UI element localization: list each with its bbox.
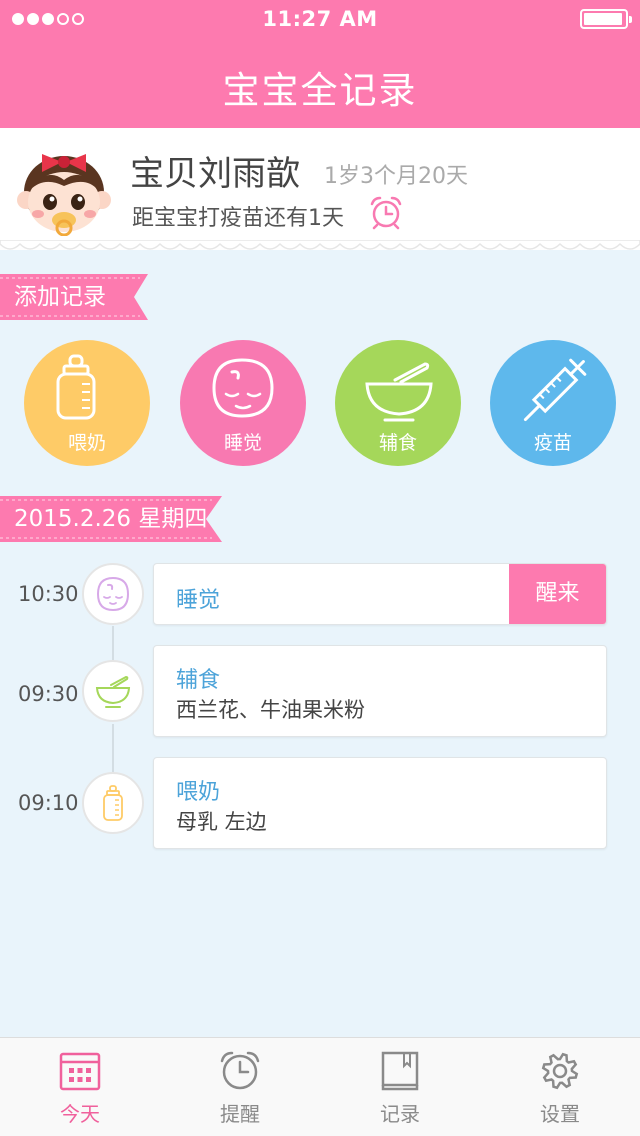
tab-today[interactable]: 今天 (0, 1038, 160, 1136)
calendar-icon (59, 1052, 101, 1091)
alarm-clock-icon (370, 196, 402, 230)
add-feeding-button[interactable]: 喂奶 (24, 340, 150, 466)
add-solid-food-label: 辅食 (378, 432, 417, 454)
tab-settings[interactable]: 设置 (480, 1038, 640, 1136)
record-book-icon (381, 1051, 419, 1091)
baby-girl-avatar-icon[interactable] (16, 146, 112, 236)
tab-records[interactable]: 记录 (320, 1038, 480, 1136)
tab-reminder[interactable]: 提醒 (160, 1038, 320, 1136)
add-record-ribbon: 添加记录 (0, 274, 148, 320)
timeline-card-solid-food[interactable]: 辅食 西兰花、牛油果米粉 (153, 645, 607, 737)
timeline-card-feeding[interactable]: 喂奶 母乳 左边 (153, 757, 607, 849)
app-header: 11:27 AM 宝宝全记录 (0, 0, 640, 128)
entry-icon-circle (82, 772, 144, 834)
timeline-card-sleep[interactable]: 睡觉 醒来 (153, 563, 607, 625)
add-record-title: 添加记录 (14, 284, 106, 310)
add-vaccine-button[interactable]: 疫苗 (490, 340, 616, 466)
baby-name: 宝贝刘雨歆 (130, 154, 300, 194)
tab-label: 提醒 (220, 1102, 260, 1126)
tab-bar: 今天 提醒 记录 设置 (0, 1037, 640, 1136)
baby-age: 1岁3个月20天 (324, 164, 468, 189)
entry-title: 喂奶 (176, 780, 221, 805)
add-vaccine-label: 疫苗 (533, 432, 572, 454)
tab-label: 今天 (60, 1102, 100, 1126)
food-bowl-icon (95, 675, 131, 708)
status-bar: 11:27 AM (0, 0, 640, 40)
entry-time: 09:10 (18, 791, 79, 815)
timeline-date: 2015.2.26 星期四 (14, 506, 208, 532)
status-time: 11:27 AM (262, 7, 378, 31)
timeline-connector (112, 626, 114, 662)
alarm-clock-icon (220, 1051, 260, 1090)
date-ribbon: 2015.2.26 星期四 (0, 496, 222, 542)
sleeping-baby-icon (96, 576, 130, 612)
gear-icon (541, 1052, 579, 1090)
vaccine-reminder-text: 距宝宝打疫苗还有1天 (132, 206, 344, 231)
baby-bottle-icon (103, 785, 123, 821)
page-title: 宝宝全记录 (222, 69, 418, 112)
wake-up-button[interactable]: 醒来 (509, 564, 606, 624)
timeline-connector (112, 724, 114, 774)
battery-icon (580, 9, 632, 29)
entry-title: 辅食 (176, 668, 221, 693)
add-feeding-label: 喂奶 (67, 432, 106, 454)
add-sleep-button[interactable]: 睡觉 (180, 340, 306, 466)
entry-icon-circle (82, 660, 144, 722)
add-solid-food-button[interactable]: 辅食 (335, 340, 461, 466)
entry-detail: 西兰花、牛油果米粉 (176, 698, 365, 722)
tab-label: 设置 (540, 1102, 580, 1126)
entry-time: 10:30 (18, 582, 79, 606)
add-sleep-label: 睡觉 (223, 432, 262, 454)
entry-time: 09:30 (18, 682, 79, 706)
battery-level (584, 13, 622, 25)
entry-title: 睡觉 (176, 588, 221, 613)
entry-detail: 母乳 左边 (176, 810, 267, 834)
profile-wave-divider (0, 240, 640, 250)
tab-label: 记录 (380, 1102, 420, 1126)
entry-icon-circle (82, 563, 144, 625)
